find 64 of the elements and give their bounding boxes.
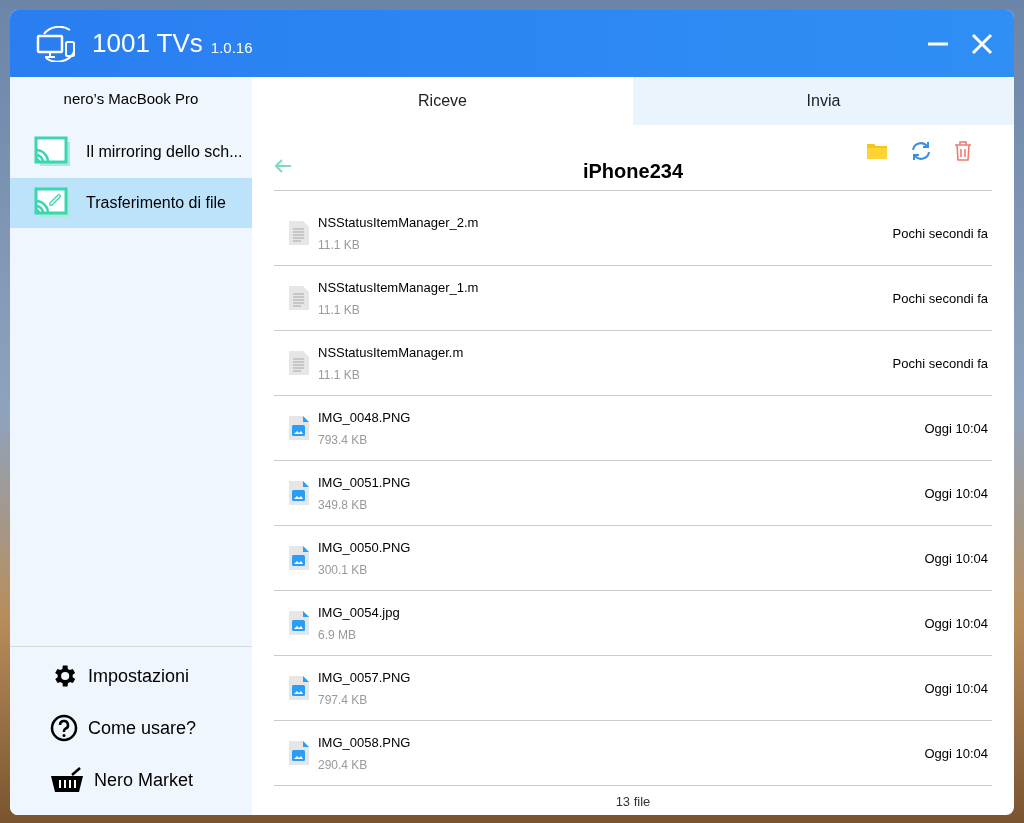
refresh-icon[interactable] <box>910 140 932 161</box>
text-file-icon <box>288 220 310 246</box>
file-size: 797.4 KB <box>318 692 368 707</box>
file-row[interactable]: NSStatusItemManager_1.m 11.1 KB Pochi secondi fa <box>274 266 992 331</box>
file-name: IMG_0054.jpg <box>318 604 400 620</box>
file-name: IMG_0048.PNG <box>318 409 411 425</box>
sidebar-link[interactable]: Come usare? <box>50 713 252 743</box>
cast-screen-icon <box>34 136 72 168</box>
file-row[interactable]: IMG_0054.jpg 6.9 MB Oggi 10:04 <box>274 591 992 656</box>
file-name: NSStatusItemManager.m <box>318 344 464 360</box>
tab[interactable]: Invia <box>633 77 1014 125</box>
file-time: Oggi 10:04 <box>924 680 988 696</box>
trash-icon[interactable] <box>954 140 972 161</box>
file-time: Oggi 10:04 <box>924 485 988 501</box>
image-file-icon <box>288 675 310 701</box>
file-row[interactable]: IMG_0051.PNG 349.8 KB Oggi 10:04 <box>274 461 992 526</box>
file-row[interactable]: NSStatusItemManager.m 11.1 KB Pochi secondi fa <box>274 331 992 396</box>
file-time: Oggi 10:04 <box>924 550 988 566</box>
file-size: 793.4 KB <box>318 432 368 447</box>
text-file-icon <box>288 350 310 376</box>
app-version: 1.0.16 <box>210 38 253 56</box>
file-size: 11.1 KB <box>318 302 360 317</box>
file-name: IMG_0058.PNG <box>318 734 411 750</box>
file-time: Oggi 10:04 <box>924 420 988 436</box>
text-file-icon <box>288 285 310 311</box>
file-time: Oggi 10:04 <box>924 615 988 631</box>
image-file-icon <box>288 480 310 506</box>
file-time: Oggi 10:04 <box>924 745 988 761</box>
sidebar-item[interactable]: Il mirroring dello sch... <box>10 127 252 177</box>
close-icon[interactable] <box>970 31 994 56</box>
file-row[interactable]: IMG_0050.PNG 300.1 KB Oggi 10:04 <box>274 526 992 591</box>
image-file-icon <box>288 740 310 766</box>
sidebar-link[interactable]: Nero Market <box>50 765 252 795</box>
image-file-icon <box>288 545 310 571</box>
file-row[interactable]: NSStatusItemManager_2.m 11.1 KB Pochi secondi fa <box>274 201 992 266</box>
file-row[interactable]: IMG_0048.PNG 793.4 KB Oggi 10:04 <box>274 396 992 461</box>
sidebar-link[interactable]: Impostazioni <box>50 661 252 691</box>
file-size: 11.1 KB <box>318 237 360 252</box>
file-name: IMG_0051.PNG <box>318 474 411 490</box>
cast-link-icon <box>34 187 72 219</box>
image-file-icon <box>288 415 310 441</box>
image-file-icon <box>288 610 310 636</box>
help-icon <box>50 714 78 742</box>
file-time: Pochi secondi fa <box>892 290 988 306</box>
file-name: IMG_0057.PNG <box>318 669 411 685</box>
back-arrow-icon[interactable] <box>274 158 292 173</box>
file-size: 11.1 KB <box>318 367 360 382</box>
file-name: NSStatusItemManager_2.m <box>318 214 479 230</box>
file-size: 290.4 KB <box>318 757 368 772</box>
app-title: 1001 TVs <box>92 28 203 59</box>
file-row[interactable]: IMG_0057.PNG 797.4 KB Oggi 10:04 <box>274 656 992 721</box>
file-name: IMG_0050.PNG <box>318 539 411 555</box>
basket-icon <box>50 767 84 793</box>
file-row[interactable]: IMG_0058.PNG 290.4 KB Oggi 10:04 <box>274 721 992 786</box>
file-size: 349.8 KB <box>318 497 368 512</box>
folder-title: iPhone234 <box>582 160 683 183</box>
device-name: nero’s MacBook Pro <box>62 89 200 109</box>
file-time: Pochi secondi fa <box>892 225 988 241</box>
file-count: 13 file <box>615 794 651 811</box>
file-size: 6.9 MB <box>318 627 356 642</box>
file-name: NSStatusItemManager_1.m <box>318 279 479 295</box>
file-time: Pochi secondi fa <box>892 355 988 371</box>
file-size: 300.1 KB <box>318 562 368 577</box>
sidebar-item[interactable]: Trasferimento di file <box>10 178 252 228</box>
